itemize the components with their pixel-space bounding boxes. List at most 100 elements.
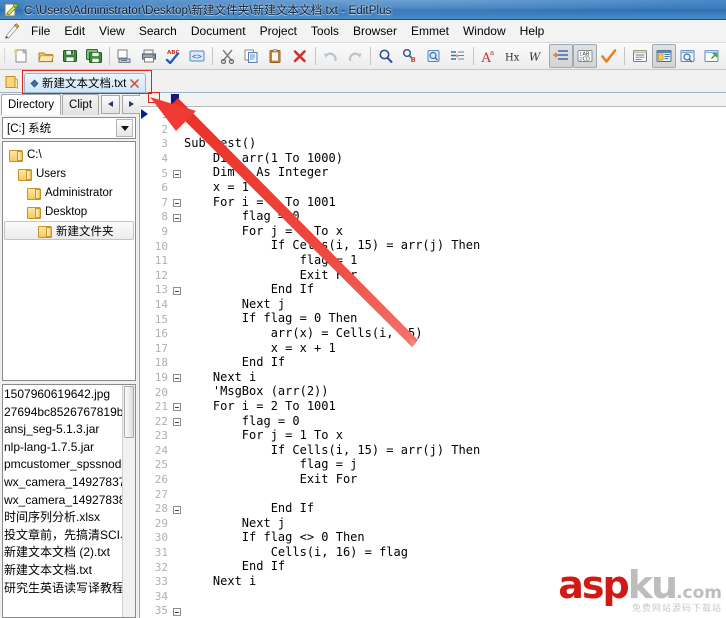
menu-file[interactable]: File [24,22,57,40]
redo-arrow-icon[interactable] [343,44,367,68]
list-item[interactable]: 1507960619642.jpg [3,386,135,404]
code-line[interactable]: flag = 0 [184,209,726,224]
code-line[interactable]: Next j [184,516,726,531]
code-line[interactable]: Cells(i, 16) = flag [184,545,726,560]
indent-icon[interactable] [549,44,573,68]
tab-directory[interactable]: Directory [1,94,61,115]
tree-item[interactable]: Administrator [3,183,135,202]
menu-edit[interactable]: Edit [57,22,92,40]
code-line[interactable]: End If [184,559,726,574]
code-line[interactable]: Sub test() [184,136,726,151]
scrollbar-thumb[interactable] [124,386,134,438]
list-item[interactable]: 投文章前，先搞清SCI、EI [3,527,135,545]
delete-x-icon[interactable] [288,44,312,68]
menu-view[interactable]: View [92,22,132,40]
menu-emmet[interactable]: Emmet [404,22,456,40]
code-line[interactable]: For j = 1 To x [184,428,726,443]
code-line[interactable]: For j = 1 To x [184,224,726,239]
menu-window[interactable]: Window [456,22,513,40]
file-list-scrollbar[interactable] [122,385,135,617]
tab-cliptext[interactable]: Clipt [62,94,99,115]
chevron-down-icon[interactable] [116,119,133,137]
menu-help[interactable]: Help [513,22,552,40]
code-line[interactable]: arr(x) = Cells(i, 15) [184,326,726,341]
code-line[interactable]: x = 1 [184,180,726,195]
code-line[interactable]: Exit For [184,268,726,283]
code-text[interactable]: Sub test() Dim arr(1 To 1000) Dim x As I… [184,107,726,618]
word-wrap-icon[interactable]: W [525,44,549,68]
new-file-icon[interactable] [10,44,34,68]
open-folder-icon[interactable] [34,44,58,68]
fold-toggle-icon[interactable] [170,502,184,517]
file-list[interactable]: 1507960619642.jpg27694bc8526767819b6!ans… [2,384,136,618]
fold-toggle-icon[interactable] [170,283,184,298]
cut-scissors-icon[interactable] [216,44,240,68]
save-icon[interactable] [58,44,82,68]
code-editor[interactable]: ----+----1----+----2----+----3----+----4… [140,93,726,618]
list-item[interactable]: pmcustomer_spssnode. [3,456,135,474]
tree-item[interactable]: 新建文件夹 [4,221,134,240]
fold-toggle-icon[interactable] [170,400,184,415]
fold-toggle-icon[interactable] [170,167,184,182]
find-in-files-icon[interactable] [422,44,446,68]
list-item[interactable]: 新建文本文档 (2).txt [3,544,135,562]
fold-toggle-icon[interactable] [170,196,184,211]
menu-search[interactable]: Search [132,22,184,40]
code-line[interactable]: flag = 0 [184,414,726,429]
code-line[interactable]: x = x + 1 [184,341,726,356]
code-line[interactable]: If flag <> 0 Then [184,530,726,545]
code-line[interactable]: For i = 2 To 1001 [184,195,726,210]
list-item[interactable]: 时间序列分析.xlsx [3,509,135,527]
code-line[interactable]: If Cells(i, 15) = arr(j) Then [184,443,726,458]
undo-arrow-icon[interactable] [319,44,343,68]
document-list-icon[interactable] [628,44,652,68]
paste-clipboard-icon[interactable] [264,44,288,68]
toolbar-grip[interactable] [2,46,8,66]
column-mode-icon[interactable]: 1AB2CD [573,44,597,68]
code-line[interactable]: flag = 1 [184,253,726,268]
external-browser-icon[interactable] [700,44,724,68]
code-line[interactable] [184,486,726,501]
fold-toggle-icon[interactable] [170,415,184,430]
document-tab[interactable]: 新建文本文档.txt [24,73,146,92]
list-item[interactable]: 27694bc8526767819b6! [3,404,135,422]
list-item[interactable]: 研究生英语读写译教程 上 [3,580,135,598]
code-line[interactable]: End If [184,355,726,370]
fold-toggle-icon[interactable] [170,108,184,123]
replace-icon[interactable]: B [398,44,422,68]
fold-toggle-icon[interactable] [170,210,184,225]
menu-project[interactable]: Project [253,22,304,40]
code-line[interactable] [184,603,726,618]
code-line[interactable]: Next j [184,297,726,312]
list-item[interactable]: wx_camera_14927837900 [3,474,135,492]
spell-check-icon[interactable]: ABC [161,44,185,68]
font-letter-icon[interactable]: Aa [477,44,501,68]
copy-icon[interactable] [240,44,264,68]
menu-browser[interactable]: Browser [346,22,404,40]
goto-line-icon[interactable] [446,44,470,68]
save-all-icon[interactable] [82,44,106,68]
tree-item[interactable]: C:\ [3,145,135,164]
code-line[interactable]: For i = 2 To 1001 [184,399,726,414]
code-line[interactable]: flag = j [184,457,726,472]
find-magnifier-icon[interactable] [374,44,398,68]
hex-view-icon[interactable]: Hx [501,44,525,68]
code-line[interactable]: If Cells(i, 15) = arr(j) Then [184,238,726,253]
directory-panel-icon[interactable] [652,44,676,68]
code-area[interactable]: 1234567891011121314151617181920212223242… [140,107,726,618]
code-line[interactable] [184,589,726,604]
code-line[interactable]: Dim arr(1 To 1000) [184,151,726,166]
code-line[interactable]: If flag = 0 Then [184,311,726,326]
list-item[interactable]: nlp-lang-1.7.5.jar [3,439,135,457]
scroll-left-icon[interactable] [101,95,120,114]
menu-document[interactable]: Document [184,22,253,40]
code-line[interactable]: Exit For [184,472,726,487]
tree-item[interactable]: Users [3,164,135,183]
print-preview-icon[interactable] [113,44,137,68]
scroll-right-icon[interactable] [122,95,141,114]
fold-toggle-icon[interactable] [170,371,184,386]
code-line[interactable]: End If [184,282,726,297]
list-item[interactable]: ansj_seg-5.1.3.jar [3,421,135,439]
list-item[interactable]: 新建文本文档.txt [3,562,135,580]
code-line[interactable]: Dim x As Integer [184,165,726,180]
